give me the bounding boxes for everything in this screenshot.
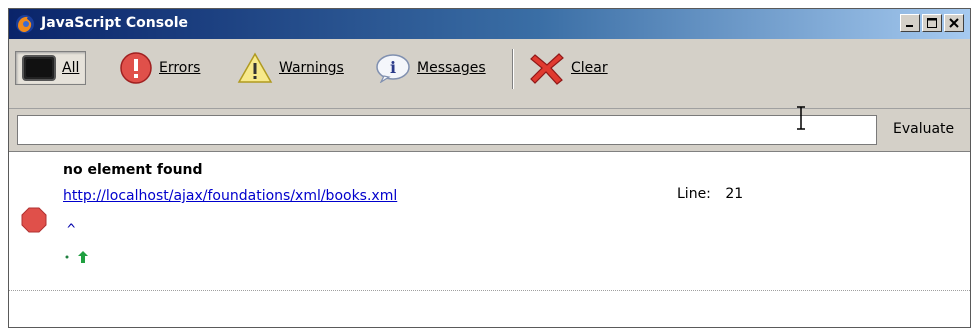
window-title: JavaScript Console	[41, 15, 189, 31]
errors-label: Errors	[159, 60, 201, 76]
messages-button[interactable]: i Messages	[369, 51, 492, 85]
toolbar-separator	[512, 49, 514, 89]
window-controls	[900, 14, 964, 32]
minimize-button[interactable]	[900, 14, 920, 32]
monitor-icon	[22, 55, 56, 81]
errors-button[interactable]: Errors	[113, 51, 206, 85]
clear-button[interactable]: Clear	[523, 51, 614, 85]
clear-label: Clear	[571, 60, 608, 76]
close-icon	[949, 18, 959, 28]
console-toolbar: All Errors Warnings i Messages Clear	[9, 39, 970, 109]
warnings-button[interactable]: Warnings	[231, 51, 350, 85]
info-icon: i	[376, 54, 410, 83]
arrow-up-icon[interactable]	[77, 250, 89, 264]
error-icon	[120, 52, 152, 84]
clear-x-icon	[530, 53, 564, 85]
maximize-icon	[927, 18, 937, 28]
maximize-button[interactable]	[922, 14, 942, 32]
warnings-label: Warnings	[279, 60, 344, 76]
line-label: Line:	[677, 186, 711, 202]
svg-text:i: i	[390, 58, 396, 77]
message-details	[65, 250, 89, 264]
evaluate-input[interactable]	[17, 115, 877, 145]
message-list[interactable]: no element found http://localhost/ajax/f…	[9, 151, 970, 327]
title-bar[interactable]: JavaScript Console	[9, 9, 970, 39]
all-button[interactable]: All	[15, 51, 87, 85]
close-button[interactable]	[944, 14, 964, 32]
list-item[interactable]: no element found http://localhost/ajax/f…	[9, 152, 970, 291]
line-info: Line: 21	[677, 186, 743, 202]
javascript-console-window: JavaScript Console All Errors Warnings i…	[8, 8, 971, 328]
evaluate-button[interactable]: Evaluate	[887, 117, 960, 141]
source-caret: ^	[67, 222, 76, 238]
error-stop-icon	[21, 207, 47, 233]
firefox-icon	[16, 15, 34, 33]
minimize-icon	[906, 25, 913, 27]
line-number: 21	[725, 186, 744, 202]
source-file-link[interactable]: http://localhost/ajax/foundations/xml/bo…	[63, 188, 397, 204]
message-title: no element found	[63, 162, 203, 178]
all-label: All	[62, 60, 80, 76]
dot-icon	[65, 255, 69, 259]
text-cursor-icon	[797, 106, 805, 130]
messages-label: Messages	[417, 60, 486, 76]
warning-icon	[237, 52, 273, 83]
evaluate-bar: Evaluate	[9, 109, 970, 151]
